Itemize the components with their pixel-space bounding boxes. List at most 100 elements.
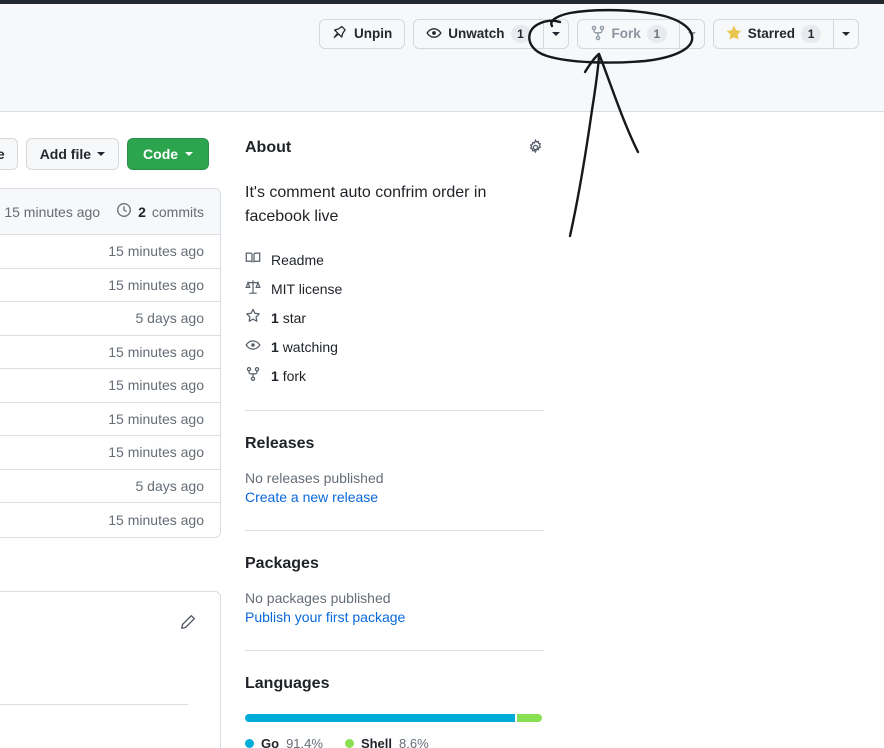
go-to-file-button[interactable]: le <box>0 138 18 170</box>
readme-panel <box>0 591 221 748</box>
starred-label: Starred <box>747 26 796 42</box>
file-list-table: 15 minutes ago 2 commits 15 minutes ago … <box>0 188 221 538</box>
language-legend-item[interactable]: Shell 8.6% <box>344 736 429 748</box>
about-item-label: fork <box>282 367 307 384</box>
table-row[interactable]: 15 minutes ago <box>0 503 220 537</box>
language-legend: Go 91.4% Shell 8.6% <box>245 736 544 748</box>
about-sidebar: About It's comment auto confrim order in… <box>245 112 544 748</box>
commit-count-label: commits <box>151 203 204 220</box>
table-row[interactable]: 15 minutes ago <box>0 336 220 369</box>
publish-package-link[interactable]: Publish your first package <box>245 609 544 625</box>
repo-actions-toolbar: Unpin Unwatch 1 Fork 1 Starred 1 <box>319 19 860 49</box>
chevron-down-icon <box>842 32 851 36</box>
table-row[interactable]: 5 days ago <box>0 302 220 336</box>
about-meta-list: Readme MIT license 1 star 1 watching 1 f… <box>245 245 544 390</box>
unwatch-dropdown-toggle[interactable] <box>542 19 569 49</box>
file-time: 15 minutes ago <box>108 276 204 293</box>
gear-icon[interactable] <box>527 138 544 161</box>
fork-count: 1 <box>646 25 667 43</box>
table-row[interactable]: 5 days ago <box>0 470 220 503</box>
releases-section: Releases No releases published Create a … <box>245 411 544 505</box>
chevron-down-icon <box>551 32 560 36</box>
chevron-down-icon <box>185 152 194 156</box>
language-color-dot <box>344 739 354 748</box>
about-item-label: Readme <box>271 251 324 268</box>
unwatch-split-button: Unwatch 1 <box>413 19 569 49</box>
language-segment-shell[interactable] <box>516 714 542 722</box>
fork-icon <box>590 25 606 44</box>
file-toolbar: le Add file Code <box>0 138 210 170</box>
add-file-label: Add file <box>39 146 92 162</box>
add-file-button[interactable]: Add file <box>25 138 120 170</box>
commit-history-link[interactable]: 2 commits <box>116 202 204 221</box>
releases-title: Releases <box>245 435 315 452</box>
unwatch-button[interactable]: Unwatch 1 <box>413 19 543 49</box>
commit-count: 2 <box>138 203 146 220</box>
chevron-down-icon <box>97 152 106 156</box>
language-legend-item[interactable]: Go 91.4% <box>245 736 323 748</box>
fork-button[interactable]: Fork 1 <box>576 19 679 49</box>
languages-section: Languages Go 91.4% Shell 8.6% <box>245 651 544 748</box>
file-time: 15 minutes ago <box>108 410 204 427</box>
about-item-value: 1 star <box>271 310 306 326</box>
latest-commit-row[interactable]: 15 minutes ago 2 commits <box>0 189 220 235</box>
eye-icon <box>245 337 261 356</box>
about-readme-link[interactable]: Readme <box>245 245 544 274</box>
fork-dropdown-toggle[interactable] <box>678 19 705 49</box>
fork-icon <box>245 366 261 385</box>
about-star-count: 1 <box>271 309 279 326</box>
about-forks-link[interactable]: 1 fork <box>245 361 544 390</box>
file-time: 15 minutes ago <box>108 343 204 360</box>
history-icon <box>116 202 132 221</box>
about-item-label: star <box>282 309 307 326</box>
packages-section: Packages No packages published Publish y… <box>245 531 544 625</box>
file-time: 5 days ago <box>135 310 205 327</box>
starred-dropdown-toggle[interactable] <box>833 19 860 49</box>
language-bar-chart <box>245 714 542 722</box>
about-watchers-link[interactable]: 1 watching <box>245 332 544 361</box>
table-row[interactable]: 15 minutes ago <box>0 369 220 403</box>
about-description: It's comment auto confrim order in faceb… <box>245 184 487 225</box>
go-to-file-label: le <box>0 146 5 162</box>
file-time: 15 minutes ago <box>108 377 204 394</box>
law-icon <box>245 279 261 298</box>
unpin-label: Unpin <box>354 26 393 42</box>
language-segment-go[interactable] <box>245 714 515 722</box>
language-color-dot <box>245 739 254 748</box>
readme-divider <box>0 704 188 705</box>
about-stars-link[interactable]: 1 star <box>245 303 544 332</box>
chevron-down-icon <box>687 32 696 36</box>
unpin-button[interactable]: Unpin <box>319 19 406 49</box>
fork-label: Fork <box>611 26 641 42</box>
about-item-value: 1 watching <box>271 339 338 355</box>
pin-icon <box>332 25 348 44</box>
file-time: 15 minutes ago <box>108 243 204 260</box>
packages-title: Packages <box>245 555 319 572</box>
file-time: 5 days ago <box>135 477 205 494</box>
table-row[interactable]: 15 minutes ago <box>0 269 220 302</box>
about-license-link[interactable]: MIT license <box>245 274 544 303</box>
language-percent: 91.4% <box>286 736 323 748</box>
pencil-icon[interactable] <box>179 614 196 636</box>
code-button[interactable]: Code <box>127 138 210 170</box>
table-row[interactable]: 15 minutes ago <box>0 436 220 470</box>
about-item-label: MIT license <box>271 280 343 297</box>
starred-count: 1 <box>801 25 822 43</box>
eye-icon <box>426 25 442 44</box>
starred-button[interactable]: Starred 1 <box>712 19 834 49</box>
about-title: About <box>245 139 292 156</box>
language-name: Shell <box>360 736 393 748</box>
starred-split-button: Starred 1 <box>712 19 860 49</box>
create-release-link[interactable]: Create a new release <box>245 489 544 505</box>
language-name: Go <box>261 736 280 748</box>
github-repo-page: Unpin Unwatch 1 Fork 1 Starred 1 Add fil… <box>0 0 884 748</box>
table-row[interactable]: 15 minutes ago <box>0 403 220 436</box>
file-time: 15 minutes ago <box>108 511 204 528</box>
star-filled-icon <box>726 25 742 44</box>
packages-empty-text: No packages published <box>245 590 391 606</box>
unwatch-label: Unwatch <box>448 26 505 42</box>
star-icon <box>245 308 261 327</box>
table-row[interactable]: 15 minutes ago <box>0 235 220 269</box>
about-item-value: 1 fork <box>271 368 306 384</box>
languages-title: Languages <box>245 675 330 692</box>
